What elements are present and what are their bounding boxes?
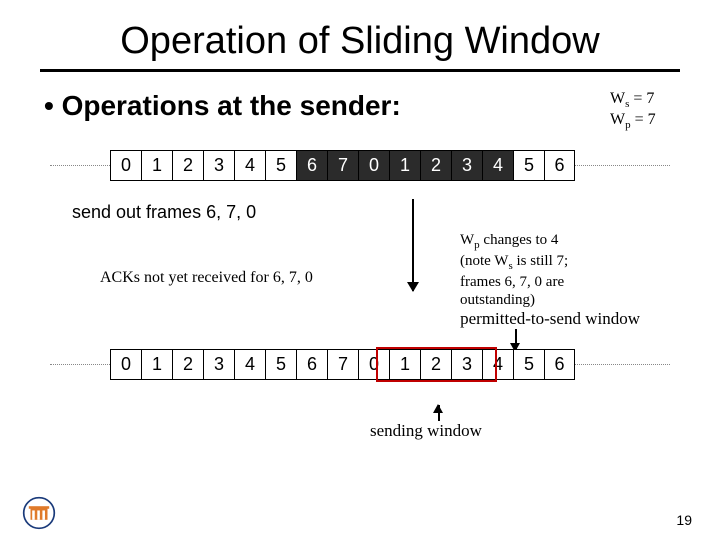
seq-cell: 4 (482, 349, 513, 380)
wp-change-note: Wp changes to 4 (note Ws is still 7; fra… (460, 231, 640, 309)
seq-cell: 5 (513, 349, 544, 380)
seq-cell: 2 (420, 150, 451, 181)
middle-row: ACKs not yet received for 6, 7, 0 Wp cha… (40, 231, 680, 309)
seq-cell: 7 (327, 349, 358, 380)
wp-prefix: W (610, 111, 625, 128)
seq-cell: 3 (451, 150, 482, 181)
seq-cell: 3 (203, 349, 234, 380)
send-out-note: send out frames 6, 7, 0 (72, 202, 680, 223)
sending-window-label: sending window (370, 421, 482, 441)
seq-cell: 1 (389, 349, 420, 380)
seq-cell: 5 (513, 150, 544, 181)
seq-cell: 1 (141, 349, 172, 380)
seq-cell: 0 (358, 150, 389, 181)
ws-eq: = 7 (629, 90, 654, 107)
seq-cell: 0 (110, 150, 141, 181)
seq-cell: 4 (234, 150, 265, 181)
arrow-down-icon (412, 199, 414, 291)
bullet-operations: • Operations at the sender: (44, 90, 401, 122)
seq-cell: 0 (358, 349, 389, 380)
page-number: 19 (676, 512, 692, 528)
seq-cell: 4 (234, 349, 265, 380)
seq-cell: 6 (296, 349, 327, 380)
acks-note: ACKs not yet received for 6, 7, 0 (100, 269, 313, 287)
seq-top-wrap: 012345670123456 (40, 146, 680, 188)
seq-cell: 6 (296, 150, 327, 181)
ws-prefix: W (610, 90, 625, 107)
sending-window-brace: sending window (40, 405, 680, 445)
seq-cell: 2 (420, 349, 451, 380)
ws-wp-values: Ws = 7 Wp = 7 (610, 90, 680, 132)
seq-cell: 2 (172, 349, 203, 380)
seq-cell: 1 (141, 150, 172, 181)
seq-bot: 012345670123456 (110, 349, 575, 380)
seq-cell: 2 (172, 150, 203, 181)
title-rule (40, 69, 680, 72)
permitted-window-label: permitted-to-send window (40, 309, 640, 329)
seq-cell: 6 (544, 150, 575, 181)
wp-eq: = 7 (631, 111, 656, 128)
slide-title: Operation of Sliding Window (40, 20, 680, 63)
seq-cell: 3 (451, 349, 482, 380)
swin-arrow-icon (438, 405, 440, 421)
seq-cell: 7 (327, 150, 358, 181)
seq-cell: 0 (110, 349, 141, 380)
seq-cell: 4 (482, 150, 513, 181)
seq-cell: 3 (203, 150, 234, 181)
seq-cell: 6 (544, 349, 575, 380)
university-logo-icon (22, 496, 56, 530)
seq-bot-wrap: 012345670123456 (40, 345, 680, 387)
seq-cell: 1 (389, 150, 420, 181)
seq-top: 012345670123456 (110, 150, 575, 181)
seq-cell: 5 (265, 349, 296, 380)
seq-cell: 5 (265, 150, 296, 181)
